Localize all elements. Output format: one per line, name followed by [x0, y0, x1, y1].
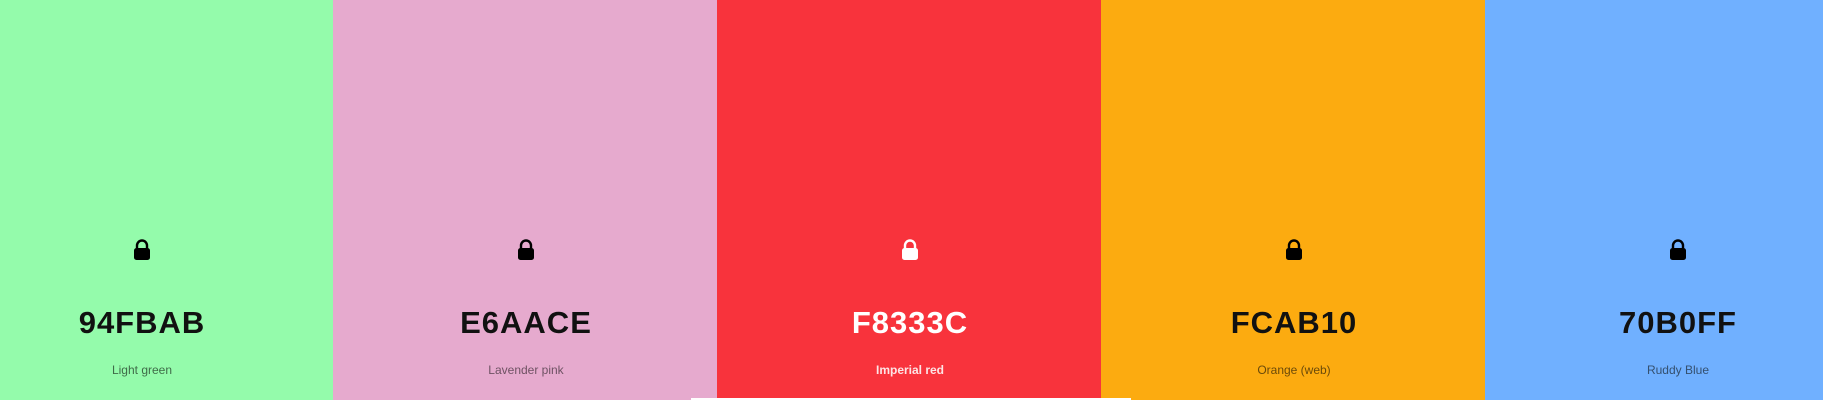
hex-code[interactable]: E6AACE	[376, 303, 676, 343]
color-swatch-lavender-pink[interactable]: E6AACE Lavender pink	[333, 0, 717, 400]
color-name[interactable]: Imperial red	[760, 362, 1060, 378]
color-name[interactable]: Ruddy Blue	[1528, 362, 1823, 378]
color-name[interactable]: Orange (web)	[1144, 362, 1444, 378]
lock-icon[interactable]	[1664, 236, 1692, 264]
color-name[interactable]: Light green	[0, 362, 292, 378]
lock-icon[interactable]	[896, 236, 924, 264]
lock-icon[interactable]	[512, 236, 540, 264]
color-swatch-light-green[interactable]: 94FBAB Light green	[0, 0, 333, 400]
color-swatch-orange-web[interactable]: FCAB10 Orange (web)	[1101, 0, 1485, 400]
color-swatch-imperial-red[interactable]: F8333C Imperial red	[717, 0, 1101, 400]
hex-code[interactable]: 70B0FF	[1528, 303, 1823, 343]
hex-code[interactable]: 94FBAB	[0, 303, 292, 343]
hex-code[interactable]: F8333C	[760, 303, 1060, 343]
color-name[interactable]: Lavender pink	[376, 362, 676, 378]
color-palette: 94FBAB Light green E6AACE Lavender pink …	[0, 0, 1823, 400]
lock-icon[interactable]	[128, 236, 156, 264]
lock-icon[interactable]	[1280, 236, 1308, 264]
color-swatch-ruddy-blue[interactable]: 70B0FF Ruddy Blue	[1485, 0, 1823, 400]
hex-code[interactable]: FCAB10	[1144, 303, 1444, 343]
